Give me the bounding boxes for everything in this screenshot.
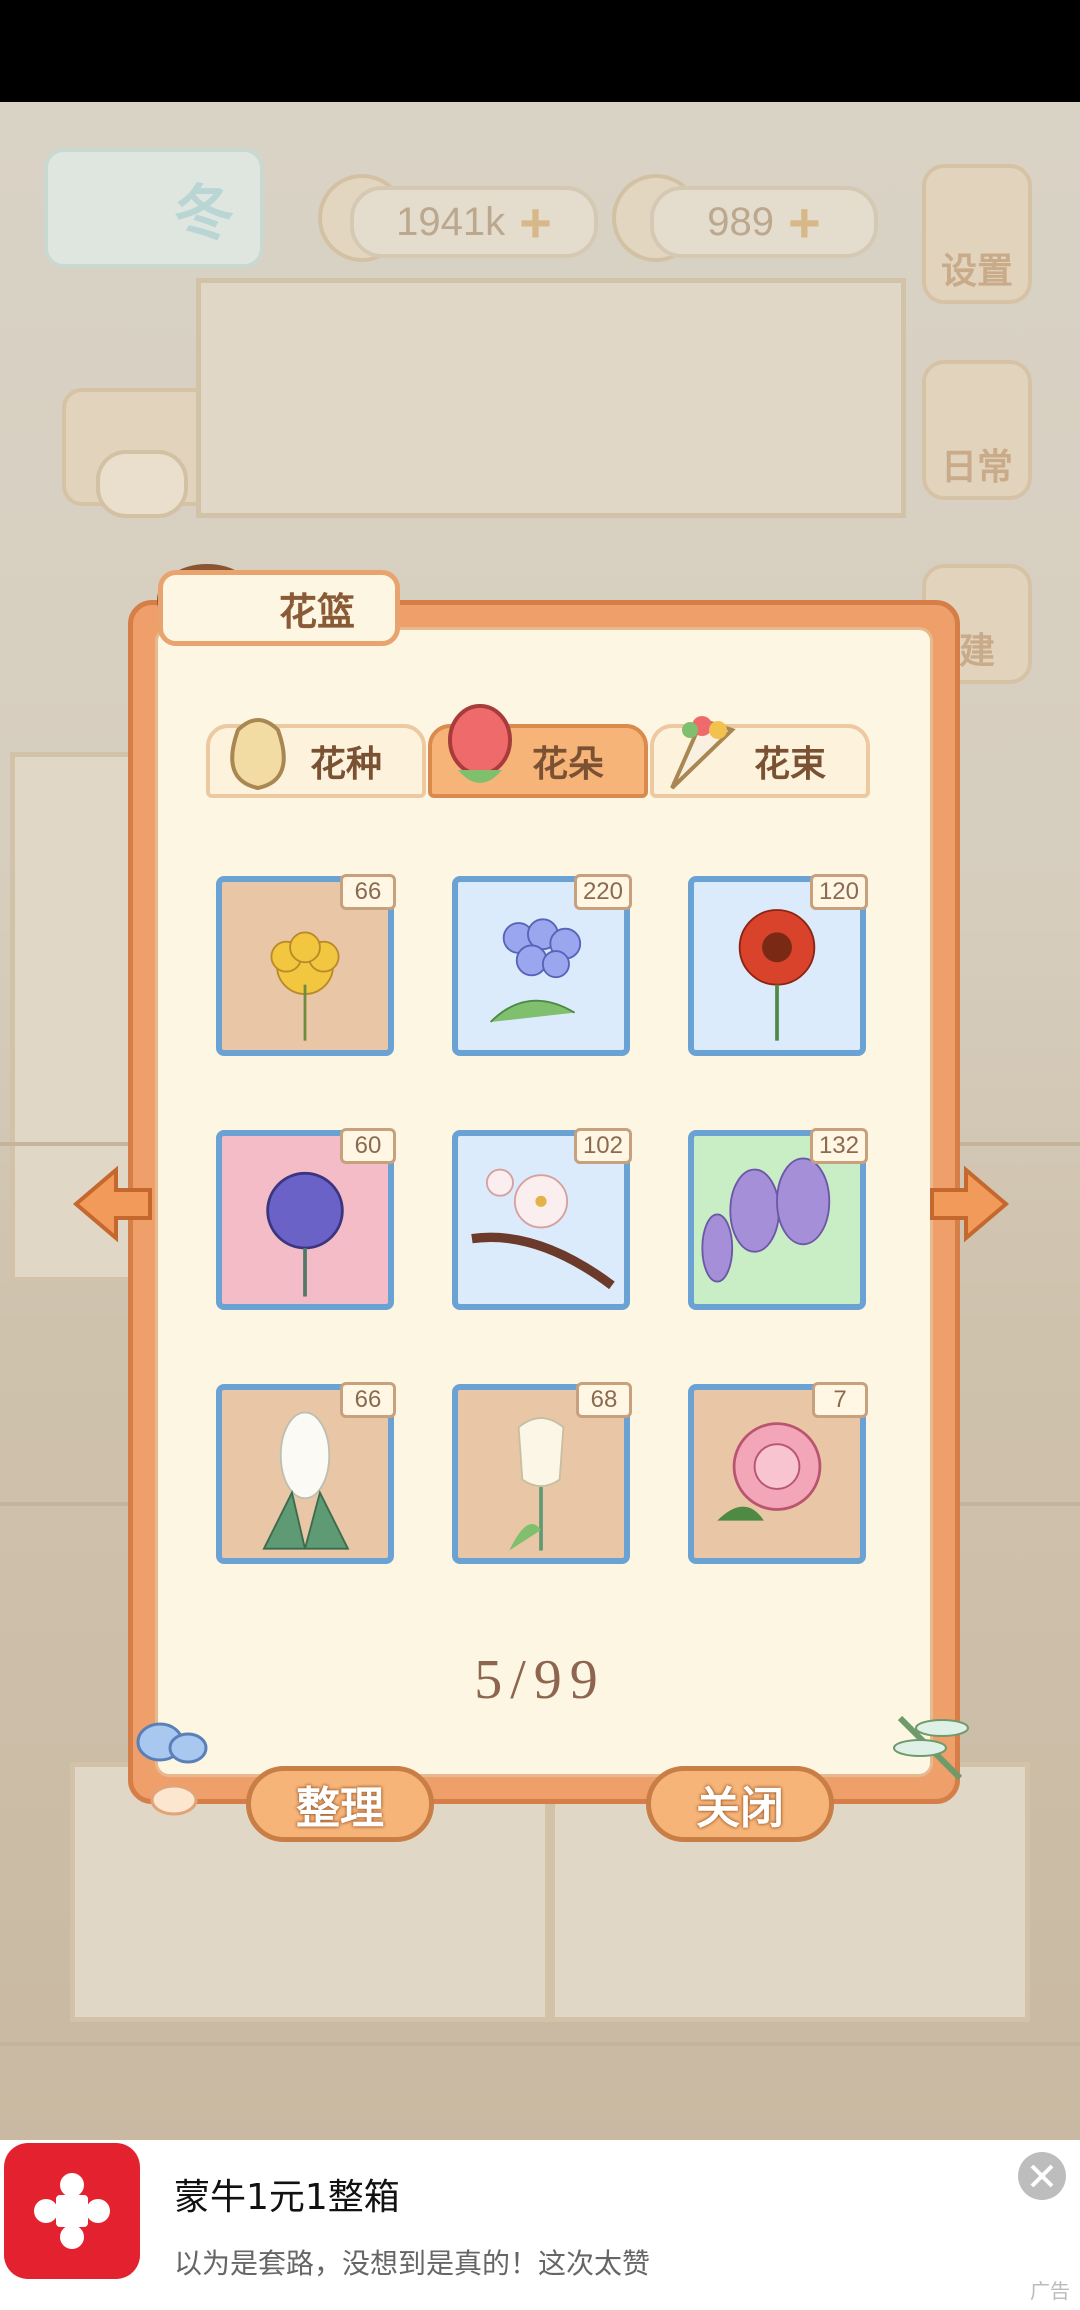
flower-slot-spider-lily[interactable]: 66 bbox=[216, 874, 396, 1056]
settings-label: 设置 bbox=[940, 250, 1013, 291]
butterfly-icon bbox=[136, 1722, 208, 1816]
fish-amount: 1941k bbox=[396, 199, 506, 244]
pinduoduo-logo-icon bbox=[4, 2143, 140, 2279]
daily-button[interactable]: 日常 bbox=[922, 360, 1032, 500]
daily-label: 日常 bbox=[940, 446, 1013, 487]
flower-slot-wisteria[interactable]: 132 bbox=[688, 1128, 868, 1310]
settings-button[interactable]: 设置 bbox=[922, 164, 1032, 304]
tab-seeds[interactable]: 花种 bbox=[206, 718, 426, 798]
ad-tag: 广告 bbox=[1030, 2279, 1070, 2303]
inventory-capacity: 5/99 bbox=[474, 1649, 606, 1711]
rose-icon bbox=[448, 704, 512, 783]
item-count-badge: 66 bbox=[340, 1382, 396, 1418]
status-bar bbox=[0, 0, 1080, 102]
flower-slot-red-sunflower[interactable]: 120 bbox=[688, 874, 868, 1056]
item-count-badge: 66 bbox=[340, 874, 396, 910]
close-button-label: 关闭 bbox=[696, 1783, 784, 1834]
play-icon bbox=[96, 450, 188, 518]
flower-slot-plum-blossom[interactable]: 102 bbox=[452, 1128, 632, 1310]
item-count-badge: 102 bbox=[573, 1128, 632, 1164]
category-tabs: 花种 花朵 花束 bbox=[206, 704, 872, 798]
add-fish-icon[interactable]: + bbox=[519, 190, 552, 255]
tab-flowers[interactable]: 花朵 bbox=[428, 704, 648, 798]
add-cheese-icon[interactable]: + bbox=[788, 190, 821, 255]
tab-flowers-label: 花朵 bbox=[531, 744, 604, 785]
tab-seeds-label: 花种 bbox=[309, 744, 382, 785]
item-count-badge: 120 bbox=[809, 874, 868, 910]
dialog-title-text: 花篮 bbox=[278, 589, 355, 634]
flower-slot-globe-thistle[interactable]: 60 bbox=[216, 1128, 396, 1310]
season-badge: 冬 bbox=[44, 148, 264, 268]
flower-slot-white-tulip[interactable]: 68 bbox=[452, 1382, 632, 1564]
ad-banner[interactable]: 蒙牛1元1整箱 以为是套路，没想到是真的！这次太赞 广告 bbox=[0, 2140, 1080, 2310]
tab-bouquets[interactable]: 花束 bbox=[650, 716, 870, 798]
item-count-badge: 220 bbox=[573, 874, 632, 910]
dialog-title: 花篮 bbox=[158, 570, 400, 646]
dragonfly-icon bbox=[893, 1715, 969, 1781]
item-count-badge: 60 bbox=[340, 1128, 396, 1164]
bouquet-icon bbox=[670, 716, 736, 790]
tab-bouquets-label: 花束 bbox=[753, 744, 826, 785]
flower-slot-peony[interactable]: 7 bbox=[688, 1382, 868, 1564]
flower-slot-blue-hydrangea[interactable]: 220 bbox=[452, 874, 632, 1056]
item-count-badge: 7 bbox=[812, 1382, 868, 1418]
previous-page-arrow-icon[interactable] bbox=[70, 1164, 156, 1244]
ad-description: 以为是套路，没想到是真的！这次太赞 bbox=[174, 2247, 651, 2280]
item-count-badge: 132 bbox=[809, 1128, 868, 1164]
build-label: 建 bbox=[958, 630, 995, 671]
sort-button-label: 整理 bbox=[296, 1783, 384, 1834]
item-count-badge: 68 bbox=[576, 1382, 632, 1418]
ad-close-icon[interactable] bbox=[1018, 2152, 1066, 2200]
next-page-arrow-icon[interactable] bbox=[926, 1164, 1012, 1244]
sort-button[interactable]: 整理 bbox=[246, 1766, 434, 1842]
cheese-currency[interactable]: 989 + bbox=[650, 186, 878, 258]
cheese-amount: 989 bbox=[707, 199, 775, 244]
ad-title: 蒙牛1元1整箱 bbox=[174, 2177, 400, 2218]
fish-currency[interactable]: 1941k + bbox=[350, 186, 598, 258]
close-button[interactable]: 关闭 bbox=[646, 1766, 834, 1842]
season-label: 冬 bbox=[174, 178, 234, 249]
wall-cabinet bbox=[196, 278, 906, 518]
seed-bag-icon bbox=[230, 718, 286, 791]
flower-slot-hyacinth[interactable]: 66 bbox=[216, 1382, 396, 1564]
floor-line bbox=[0, 2042, 1080, 2046]
